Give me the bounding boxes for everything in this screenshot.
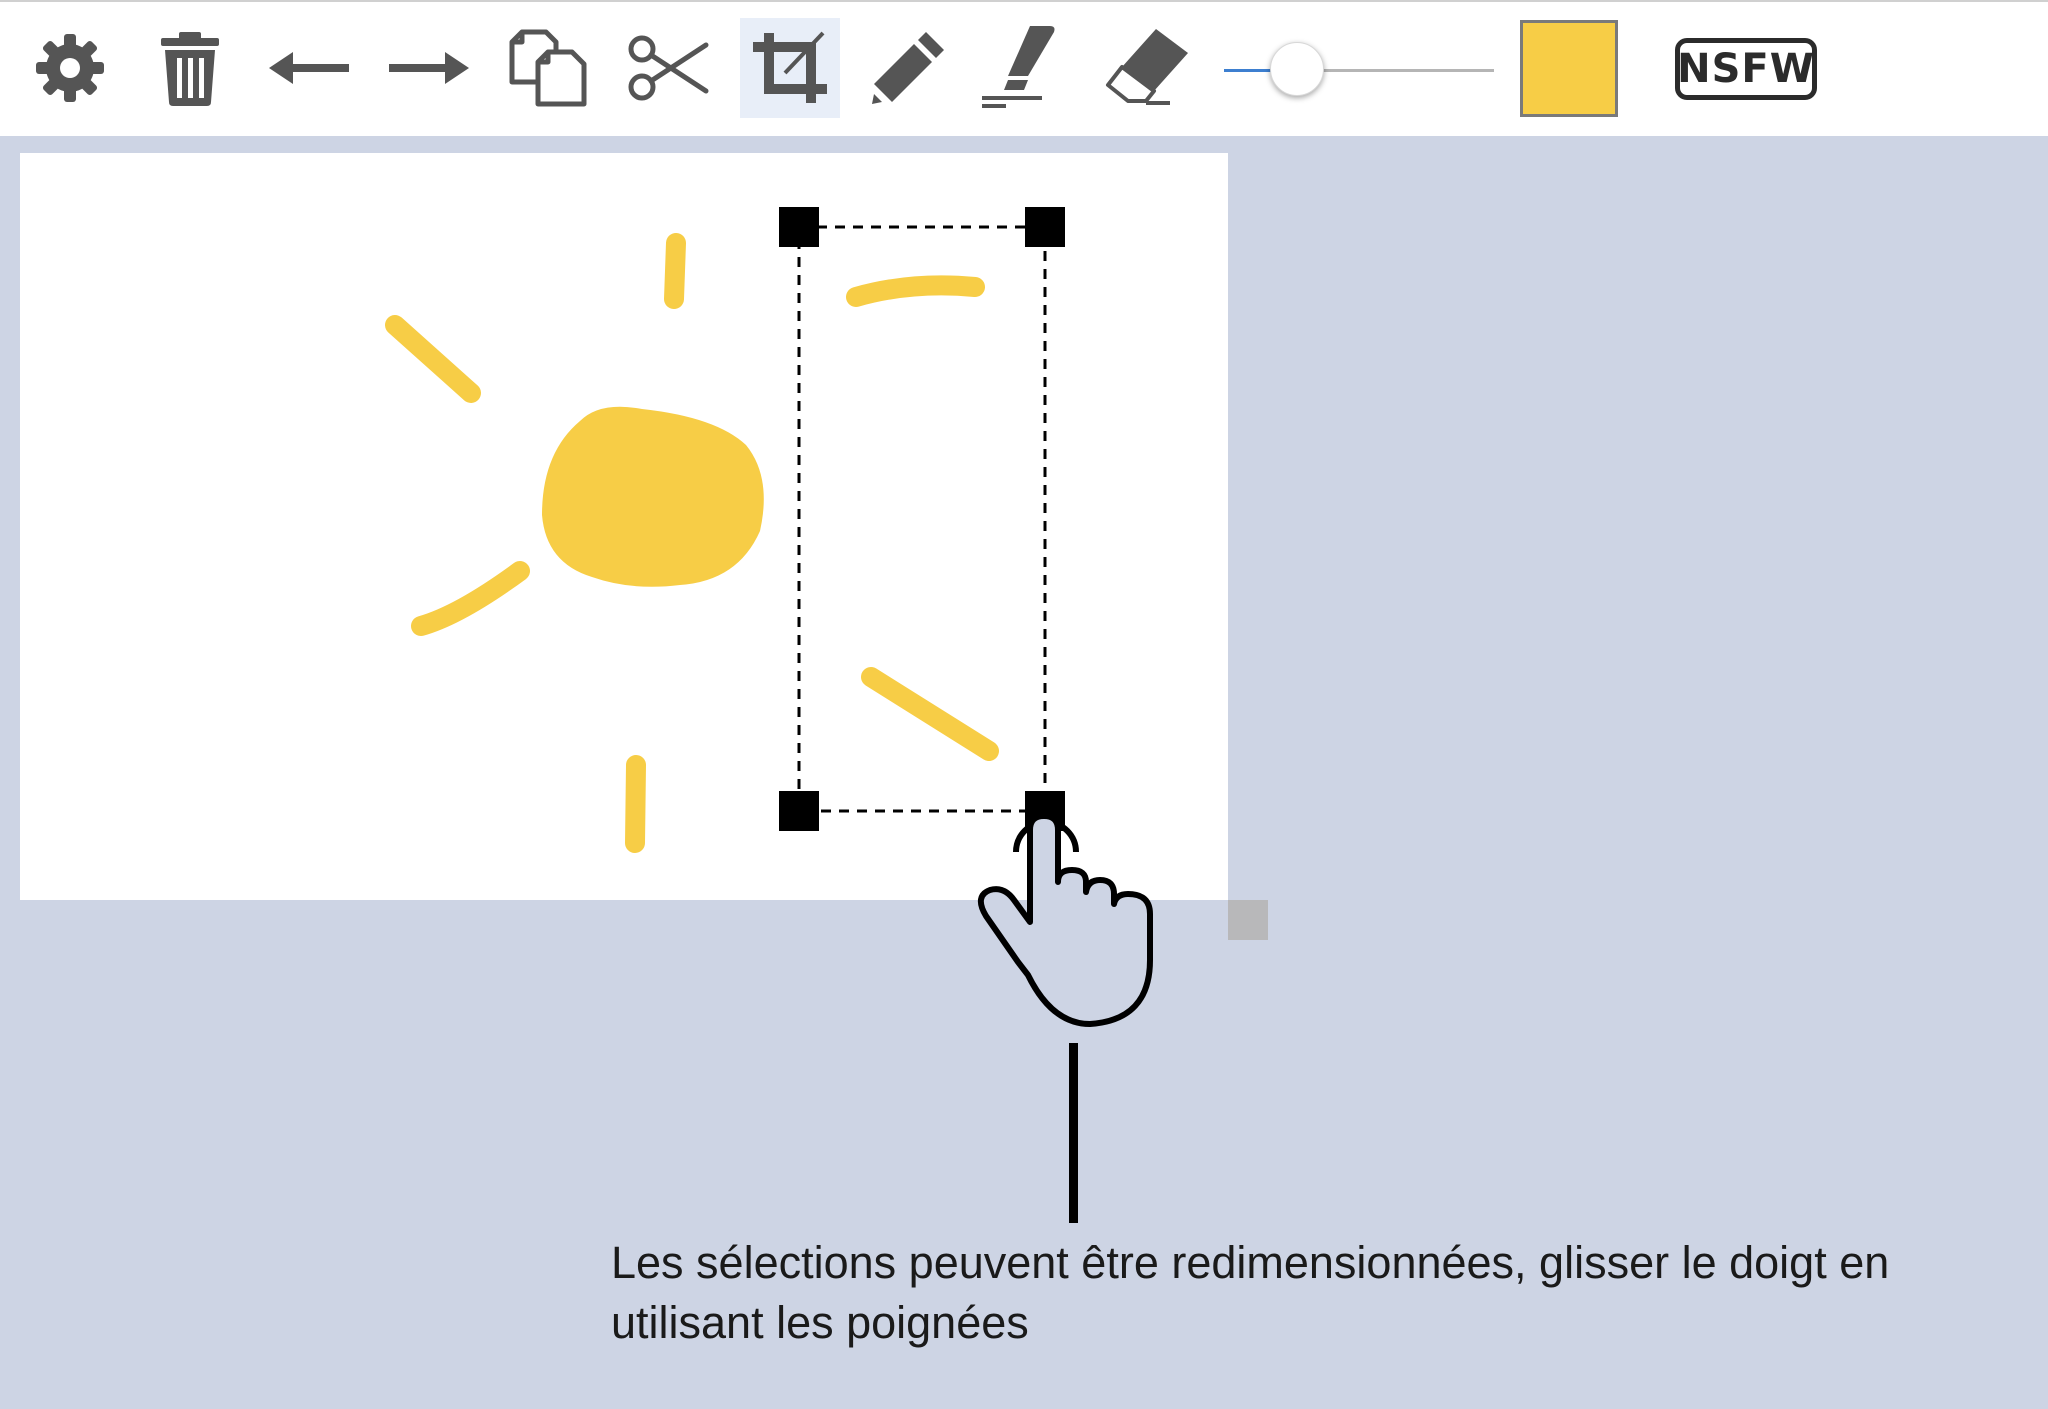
sun-ray	[411, 561, 530, 636]
sun-ray	[861, 667, 999, 761]
toolbar: NSFW	[0, 0, 2048, 136]
arrow-left-icon	[269, 52, 349, 84]
selection-handle-top-left[interactable]	[779, 207, 819, 247]
slider-thumb[interactable]	[1270, 42, 1324, 96]
sun-core	[542, 406, 764, 587]
sun-ray	[664, 233, 686, 309]
pencil-icon	[872, 32, 944, 104]
copy-button[interactable]	[498, 18, 598, 118]
crop-icon	[753, 31, 827, 103]
slider-empty-track	[1299, 69, 1494, 72]
cut-button[interactable]	[618, 18, 718, 118]
sun-drawing	[385, 233, 999, 853]
trash-icon	[161, 32, 219, 106]
sun-ray	[385, 315, 481, 403]
highlighter-button[interactable]	[978, 18, 1078, 118]
sun-ray	[625, 755, 646, 853]
scissors-icon	[628, 35, 709, 101]
canvas-resize-handle[interactable]	[1228, 900, 1268, 940]
pencil-button[interactable]	[858, 18, 958, 118]
instruction-text: Les sélections peuvent être redimensionn…	[611, 1237, 1890, 1348]
color-picker-button[interactable]	[1520, 20, 1618, 117]
crop-select-button[interactable]	[740, 18, 840, 118]
gear-icon	[36, 34, 104, 102]
callout-line	[1069, 1043, 1078, 1223]
highlighter-icon	[982, 26, 1055, 108]
copy-icon	[509, 29, 587, 107]
nsfw-toggle-button[interactable]: NSFW	[1675, 38, 1817, 100]
nsfw-label: NSFW	[1677, 46, 1815, 92]
selection-handle-bottom-left[interactable]	[779, 791, 819, 831]
redo-button[interactable]	[378, 18, 478, 118]
sun-ray	[846, 275, 985, 307]
delete-button[interactable]	[140, 18, 240, 118]
selection-handle-top-right[interactable]	[1025, 207, 1065, 247]
eraser-button[interactable]	[1098, 18, 1198, 118]
eraser-icon	[1106, 29, 1188, 105]
arrow-right-icon	[389, 52, 469, 84]
drawing-canvas[interactable]	[20, 153, 1228, 900]
undo-button[interactable]	[260, 18, 360, 118]
settings-button[interactable]	[20, 18, 120, 118]
selection-handle-bottom-right[interactable]	[1025, 791, 1065, 831]
brush-size-slider[interactable]	[1220, 42, 1500, 102]
